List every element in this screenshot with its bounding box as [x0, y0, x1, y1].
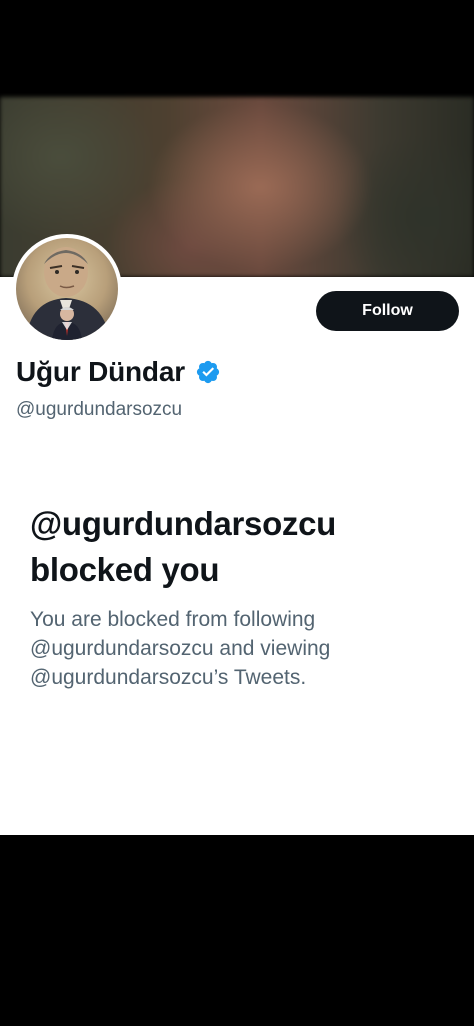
follow-button[interactable]: Follow	[316, 291, 459, 331]
avatar-image	[16, 238, 118, 340]
blocked-title: @ugurdundarsozcu blocked you	[30, 501, 460, 593]
bottom-black-bar	[0, 835, 474, 1026]
top-black-bar	[0, 0, 474, 97]
display-name: Uğur Dündar	[16, 356, 185, 387]
profile-handle: @ugurdundarsozcu	[16, 399, 183, 420]
verified-badge-icon	[195, 359, 221, 385]
blocked-title-line-2: blocked you	[30, 551, 220, 588]
blocked-description-line-1: You are blocked from following	[30, 608, 316, 631]
display-name-row: Uğur Dündar	[16, 356, 221, 388]
blocked-description: You are blocked from following @ugurdund…	[30, 605, 450, 692]
avatar[interactable]	[12, 234, 122, 344]
blocked-title-line-1: @ugurdundarsozcu	[30, 505, 337, 542]
blocked-description-line-3: @ugurdundarsozcu’s Tweets.	[30, 666, 307, 689]
blocked-description-line-2: @ugurdundarsozcu and viewing	[30, 637, 331, 660]
screen: Follow Uğur Dündar @ugurdundarsozcu @ugu…	[0, 0, 474, 1026]
